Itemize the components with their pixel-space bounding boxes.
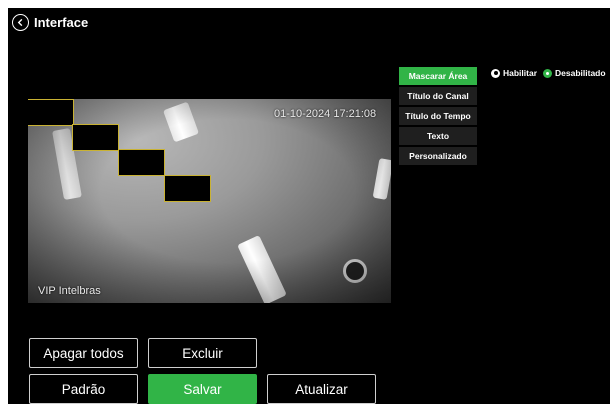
enable-radio-label: Habilitar — [503, 68, 538, 78]
privacy-mask-4[interactable] — [164, 175, 211, 202]
enable-radio-group: Habilitar Desabilitado — [491, 68, 610, 78]
tab-mask-area[interactable]: Mascarar Área — [399, 67, 477, 85]
page-title: Interface — [34, 14, 89, 30]
timestamp-overlay: 01-10-2024 17:21:08 — [274, 108, 377, 120]
overlay-tabs: Mascarar Área Título do Canal Título do … — [399, 67, 477, 167]
enable-radio[interactable] — [491, 68, 500, 78]
save-button[interactable]: Salvar — [148, 374, 257, 404]
tab-text[interactable]: Texto — [399, 127, 477, 145]
privacy-mask-3[interactable] — [118, 149, 165, 176]
video-preview[interactable]: 01-10-2024 17:21:08 VIP Intelbras — [28, 66, 391, 337]
tab-channel-title[interactable]: Título do Canal — [399, 87, 477, 105]
refresh-button[interactable]: Atualizar — [267, 374, 376, 404]
clear-all-button[interactable]: Apagar todos — [29, 338, 138, 368]
page-header: Interface — [8, 8, 308, 36]
disable-radio[interactable] — [543, 68, 553, 78]
tab-custom[interactable]: Personalizado — [399, 147, 477, 165]
tab-time-title[interactable]: Título do Tempo — [399, 107, 477, 125]
disable-radio-label: Desabilitado — [555, 68, 606, 78]
delete-button[interactable]: Excluir — [148, 338, 257, 368]
default-button[interactable]: Padrão — [29, 374, 138, 404]
back-arrow-icon[interactable] — [12, 13, 29, 31]
privacy-mask-2[interactable] — [72, 124, 119, 151]
privacy-mask-1[interactable] — [28, 99, 74, 126]
channel-name-overlay: VIP Intelbras — [38, 285, 101, 297]
